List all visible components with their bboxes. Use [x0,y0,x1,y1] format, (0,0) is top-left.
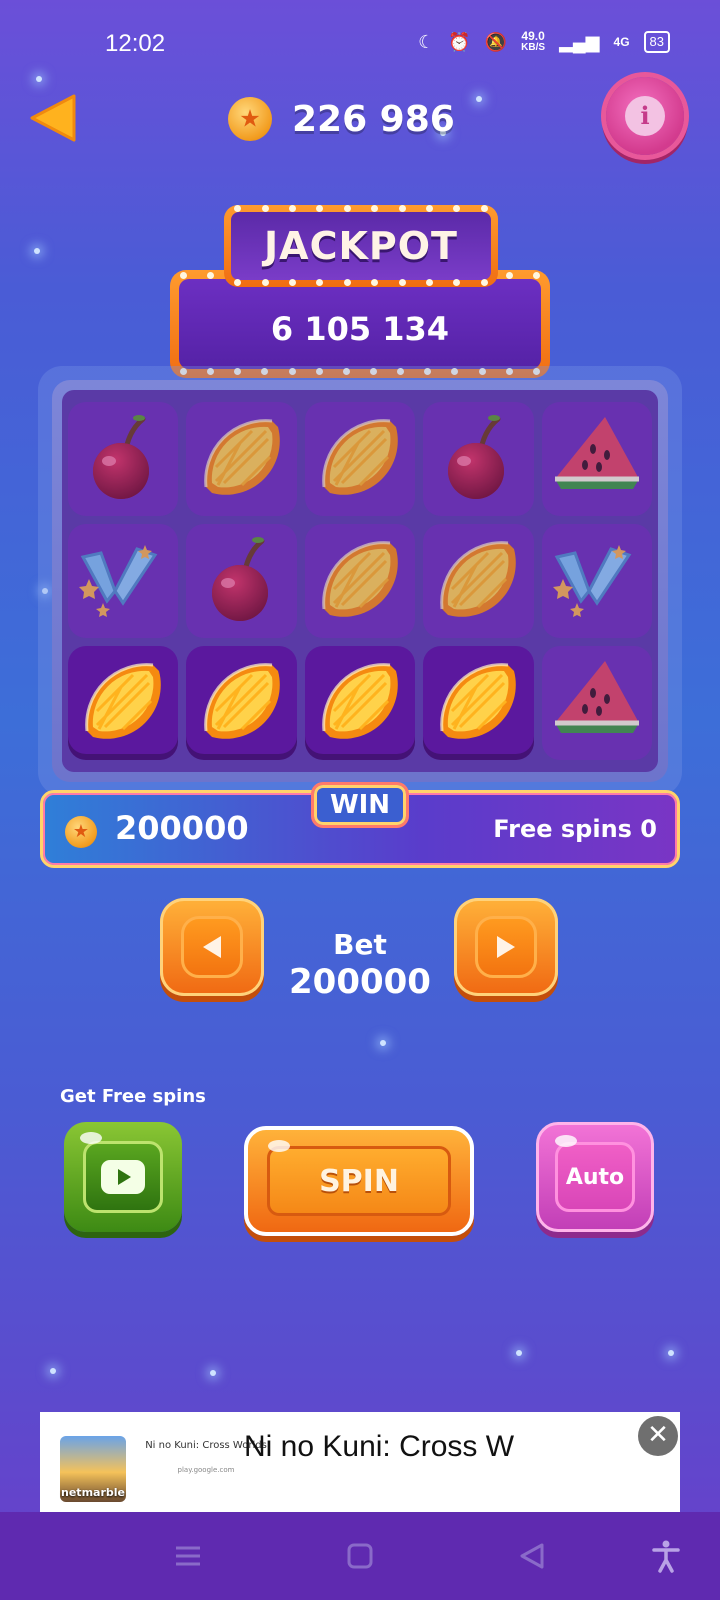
orange-icon [194,653,290,753]
signal-icon: ▂▄▆ [559,31,600,52]
win-amount: 200000 [115,809,249,847]
bet-decrease-button[interactable] [160,898,264,996]
info-icon: i [625,96,665,136]
orange-icon [312,409,408,509]
arrow-right-icon [497,936,515,958]
watch-video-button[interactable] [64,1122,182,1232]
sparkle [476,96,482,102]
bonus-v-icon [549,531,645,631]
reel-cell-cherry [186,524,297,638]
reel-cell-watermelon [541,646,652,760]
sparkle [34,248,40,254]
spin-label: SPIN [267,1146,451,1216]
reel-inner-frame [52,380,668,782]
sparkle [50,1368,56,1374]
menu-icon[interactable] [170,1538,206,1574]
video-play-icon [101,1160,145,1194]
net-speed-value: 49.0 [521,29,545,43]
balance-display: 226 986 [228,97,455,141]
reel-cell-orange [304,524,416,638]
reel-cell-orange [423,646,534,760]
reel-cell-cherry [423,402,534,516]
jackpot-title-box: JACKPOT [224,205,498,287]
orange-icon [75,653,171,753]
orange-icon [194,409,290,509]
moon-icon: ☾ [418,31,435,52]
reel-cell-orange [186,402,297,516]
orange-icon [312,653,408,753]
bet-label: Bet [333,928,387,961]
net-speed-unit: KB/S [521,42,546,53]
ad-brand: netmarble [61,1486,125,1499]
info-button[interactable]: i [606,77,684,155]
net-speed: 49.0 KB/S [521,30,545,54]
spin-button[interactable]: SPIN [244,1126,474,1236]
alarm-icon: ⏰ [448,31,471,52]
reel-cell-bonus-v [68,524,179,638]
reel-cell-orange [186,646,297,760]
marquee-lights [224,205,498,213]
back-nav-icon[interactable] [514,1538,550,1574]
cherry-icon [194,531,290,631]
orange-icon [430,653,526,753]
coin-icon [65,816,97,848]
reel-grid [62,390,658,772]
reel-cell-orange [68,646,179,760]
orange-icon [312,531,408,631]
sparkle [380,1040,386,1046]
bet-value: 200000 [289,962,431,1002]
auto-label: Auto [555,1142,635,1212]
back-arrow-icon[interactable] [28,92,76,144]
coin-icon [228,97,272,141]
ad-banner[interactable]: netmarble Ni no Kuni: Cross Worlds play.… [40,1412,680,1512]
cherry-icon [430,409,526,509]
battery-indicator: 83 [643,31,670,53]
mute-icon: 🔕 [484,31,508,52]
status-bar: 12:02 ☾ ⏰ 🔕 49.0 KB/S ▂▄▆ 4G 83 [0,0,720,90]
reel-cell-watermelon [541,402,652,516]
jackpot-value: 6 105 134 [179,279,541,369]
win-label: WIN [311,782,409,828]
watermelon-icon [549,653,645,753]
sparkle [668,1350,674,1356]
ad-close-button[interactable]: ✕ [638,1416,678,1456]
ad-title: Ni no Kuni: Cross W [244,1430,515,1463]
marquee-lights [224,279,498,287]
auto-spin-button[interactable]: Auto [536,1122,654,1232]
get-free-spins-label: Get Free spins [60,1086,206,1107]
reel-cell-orange [423,524,534,638]
reel-cell-cherry [68,402,179,516]
slot-reels [38,366,682,796]
cherry-icon [75,409,171,509]
watermelon-icon [549,409,645,509]
orange-icon [430,531,526,631]
home-icon[interactable] [342,1538,378,1574]
status-icons: ☾ ⏰ 🔕 49.0 KB/S ▂▄▆ 4G 83 [418,30,670,54]
jackpot-title: JACKPOT [231,212,491,280]
reel-cell-orange [304,646,416,760]
system-nav-bar [0,1512,720,1600]
arrow-left-icon [203,936,221,958]
accessibility-icon[interactable] [648,1538,684,1574]
bonus-v-icon [75,531,171,631]
reel-cell-orange [304,402,416,516]
reel-cell-bonus-v [541,524,652,638]
bet-increase-button[interactable] [454,898,558,996]
ad-small-url: play.google.com [177,1466,235,1474]
status-time: 12:02 [105,30,166,57]
sparkle [516,1350,522,1356]
network-type: 4G [613,35,630,49]
sparkle [210,1370,216,1376]
free-spins-count: Free spins 0 [493,815,657,843]
balance-value: 226 986 [292,98,455,140]
